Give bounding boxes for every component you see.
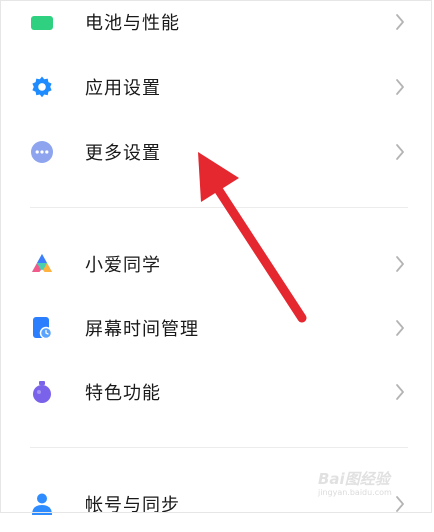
screen-time-icon bbox=[33, 317, 53, 340]
settings-list: 电池与性能 应用设置 更多设置 小爱同学 屏幕时间管理 特色功能 帐号与同步 bbox=[0, 0, 434, 516]
more-dots-icon bbox=[31, 141, 53, 163]
settings-item-features[interactable]: 特色功能 bbox=[0, 364, 434, 420]
battery-icon bbox=[31, 16, 53, 30]
watermark-brand: Bai图经验 bbox=[318, 470, 390, 488]
settings-item-label: 更多设置 bbox=[85, 143, 161, 164]
settings-item-label: 电池与性能 bbox=[85, 13, 180, 34]
baidu-jingyan-watermark: Bai图经验 jingyan.baidu.com bbox=[318, 460, 430, 500]
settings-item-more-settings[interactable]: 更多设置 bbox=[0, 124, 434, 180]
settings-item-battery-performance[interactable]: 电池与性能 bbox=[0, 0, 434, 50]
settings-item-xiaoai[interactable]: 小爱同学 bbox=[0, 236, 434, 292]
watermark-url: jingyan.baidu.com bbox=[318, 488, 392, 497]
settings-item-label: 应用设置 bbox=[85, 78, 161, 99]
settings-item-label: 特色功能 bbox=[85, 383, 161, 404]
account-icon bbox=[32, 493, 52, 515]
chevron-right-icon bbox=[396, 14, 404, 30]
chevron-right-icon bbox=[396, 384, 404, 400]
feature-flask-icon bbox=[33, 381, 51, 403]
section-divider bbox=[30, 207, 408, 208]
settings-item-app-settings[interactable]: 应用设置 bbox=[0, 59, 434, 115]
chevron-right-icon bbox=[396, 256, 404, 272]
settings-item-label: 帐号与同步 bbox=[85, 495, 180, 516]
settings-item-screen-time[interactable]: 屏幕时间管理 bbox=[0, 300, 434, 356]
chevron-right-icon bbox=[396, 144, 404, 160]
section-divider bbox=[30, 447, 408, 448]
gear-icon bbox=[32, 76, 52, 98]
xiaoai-icon bbox=[32, 254, 52, 272]
chevron-right-icon bbox=[396, 79, 404, 95]
settings-item-label: 屏幕时间管理 bbox=[85, 319, 199, 340]
chevron-right-icon bbox=[396, 320, 404, 336]
settings-item-label: 小爱同学 bbox=[85, 255, 161, 276]
